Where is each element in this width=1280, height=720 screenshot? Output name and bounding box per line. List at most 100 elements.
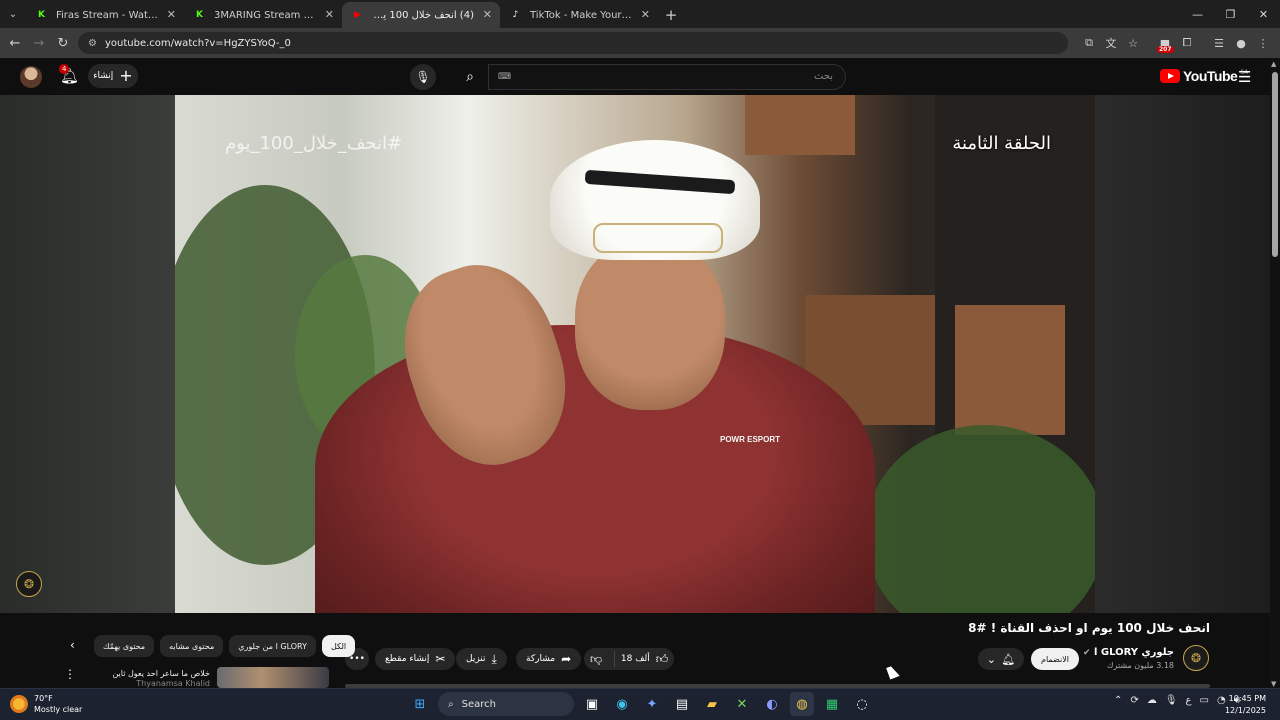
subscription-bell-button[interactable]: ⌄ 🔔︎ <box>978 648 1024 670</box>
more-vert-icon[interactable]: ⋮ <box>64 667 76 681</box>
edge-icon[interactable]: ◉ <box>610 692 634 716</box>
store-icon[interactable]: ▤ <box>670 692 694 716</box>
window-controls: — ❐ ✕ <box>1181 0 1280 28</box>
chip-all[interactable]: الكل <box>321 635 356 657</box>
site-info-icon[interactable]: ⚙ <box>88 38 97 49</box>
tab-1[interactable]: K 3MARING Stream - Watch Live ✕ <box>184 2 342 28</box>
youtube-logo[interactable]: YouTube SA <box>1160 68 1248 84</box>
taskbar-search[interactable]: ⌕ Search <box>438 692 574 716</box>
account-avatar[interactable] <box>20 66 42 88</box>
scrollbar-thumb[interactable] <box>1272 72 1278 257</box>
minimize-button[interactable]: — <box>1181 0 1214 28</box>
chip-from-channel[interactable]: من جلوري l GLORY <box>229 635 316 657</box>
subscriber-count: 3.18 مليون مشترك <box>1106 661 1174 670</box>
channel-name[interactable]: جلوري l GLORY ✔ <box>1083 647 1174 658</box>
join-button[interactable]: الانضمام <box>1031 648 1079 670</box>
chip-for-you[interactable]: محتوى يهمّك <box>94 635 155 657</box>
profile-avatar-icon[interactable]: ● <box>1230 37 1252 50</box>
reload-icon[interactable]: ↻ <box>51 36 75 51</box>
tab-title: TikTok - Make Your Day <box>530 9 632 21</box>
tab-2-active[interactable]: ▶ (4) انحف خلال 100 يوم او احذف ✕ <box>342 2 500 28</box>
like-dislike-group: 👎︎ 18 ألف 👍︎ <box>584 648 674 670</box>
channel-watermark-icon[interactable]: ❂ <box>16 571 42 597</box>
tab-3[interactable]: ♪ TikTok - Make Your Day ✕ <box>500 2 658 28</box>
app-icon[interactable]: ▦ <box>820 692 844 716</box>
download-label: تنزيل <box>466 654 486 664</box>
temperature: 70°F <box>34 694 53 703</box>
chip-related[interactable]: محتوى مشابه <box>160 635 224 657</box>
weather-widget[interactable]: 70°F Mostly clear <box>10 693 82 715</box>
tab-title: 3MARING Stream - Watch Live <box>214 9 316 21</box>
cloud-icon[interactable]: ☁ <box>1147 695 1157 706</box>
close-tab-icon[interactable]: ✕ <box>483 8 492 21</box>
scroll-down-arrow-icon[interactable]: ▼ <box>1271 680 1276 688</box>
recommended-channel: Thyanamsa Khalid <box>136 679 210 688</box>
search-icon[interactable]: ⌕ <box>452 64 488 90</box>
ambient-right <box>1095 95 1270 613</box>
close-tab-icon[interactable]: ✕ <box>325 8 334 21</box>
tab-search-icon[interactable]: ⌄ <box>0 0 26 28</box>
forward-arrow-icon[interactable]: → <box>27 36 51 51</box>
voice-search-mic-icon[interactable]: 🎙︎ <box>410 64 436 90</box>
language-indicator[interactable]: ع <box>1186 695 1192 706</box>
tab-0[interactable]: K Firas Stream - Watch Live on Ki ✕ <box>26 2 184 28</box>
video-frame[interactable]: POWR ESPORT #انحف_خلال_100_يوم الحلقة ال… <box>175 95 1095 613</box>
youtube-header: 🔔︎ 4 إنشاء + 🎙︎ ⌕ بحث ⌨ YouTube SA ☰ <box>0 58 1280 95</box>
search-input[interactable]: بحث <box>488 64 846 90</box>
tray-overflow-icon[interactable]: ⌃ <box>1114 695 1122 706</box>
video-overlay-hashtag: #انحف_خلال_100_يوم <box>225 133 403 154</box>
xbox-icon[interactable]: ✕ <box>730 692 754 716</box>
youtube-play-logo-icon <box>1160 69 1180 83</box>
task-view-icon[interactable]: ▣ <box>580 692 604 716</box>
date: 12/1/2025 <box>1224 706 1266 715</box>
page-scrollbar[interactable]: ▲ ▼ <box>1270 58 1280 688</box>
close-window-button[interactable]: ✕ <box>1247 0 1280 28</box>
discord-icon[interactable]: ◐ <box>760 692 784 716</box>
recommended-thumbnail[interactable] <box>217 667 329 688</box>
extensions-puzzle-icon[interactable]: ⧠ <box>1176 36 1198 50</box>
youtube-favicon-icon: ▶ <box>354 10 361 20</box>
extension-icon[interactable]: ■ 207 <box>1154 37 1176 53</box>
reading-list-icon[interactable]: ☰ <box>1208 37 1230 50</box>
translate-icon[interactable]: 文 <box>1100 35 1122 51</box>
windows-start-icon[interactable]: ⊞ <box>408 692 432 716</box>
clock[interactable]: 10:45 PM 12/1/2025 <box>1225 693 1266 717</box>
display-icon[interactable]: ▭ <box>1200 695 1209 706</box>
extension-badge: 207 <box>1157 45 1174 53</box>
channel-avatar[interactable]: ❂ <box>1183 645 1209 671</box>
bookmark-star-icon[interactable]: ☆ <box>1122 37 1144 50</box>
app-icon-2[interactable]: ◌ <box>850 692 874 716</box>
cast-icon[interactable]: ⧉ <box>1078 36 1100 50</box>
recommended-video[interactable]: ⋮ خلاص ما ساعر احد يعول ثاين Thyanamsa K… <box>60 667 330 688</box>
copilot-icon[interactable]: ✦ <box>640 692 664 716</box>
clip-label: إنشاء مقطع <box>385 654 430 664</box>
video-player[interactable]: POWR ESPORT #انحف_خلال_100_يوم الحلقة ال… <box>0 95 1270 613</box>
share-button[interactable]: مشاركة ➦ <box>516 648 582 670</box>
glasses <box>593 223 723 253</box>
thumbs-up-icon: 👍︎ <box>655 651 669 666</box>
scroll-up-arrow-icon[interactable]: ▲ <box>1271 60 1276 68</box>
guide-menu-icon[interactable]: ☰ <box>1238 68 1251 86</box>
weather-condition: Mostly clear <box>34 705 83 714</box>
new-tab-button[interactable]: + <box>658 2 684 28</box>
maximize-button[interactable]: ❐ <box>1214 0 1247 28</box>
tiktok-favicon-icon: ♪ <box>512 10 519 20</box>
dislike-button[interactable]: 👎︎ <box>584 652 608 667</box>
sync-icon[interactable]: ⟳ <box>1130 695 1138 706</box>
create-button[interactable]: إنشاء + <box>88 64 138 88</box>
download-button[interactable]: تنزيل ⤓ <box>456 648 507 670</box>
recommended-title: خلاص ما ساعر احد يعول ثاين <box>112 669 210 678</box>
close-tab-icon[interactable]: ✕ <box>641 8 650 21</box>
back-arrow-icon[interactable]: ← <box>3 36 27 51</box>
keyboard-icon[interactable]: ⌨ <box>498 72 511 82</box>
browser-menu-icon[interactable]: ⋮ <box>1252 37 1274 50</box>
chips-prev-chevron-icon[interactable]: ‹ <box>70 638 75 652</box>
system-tray: ⌃ ⟳ ☁ 🎙︎ ع ▭ ◔ 🔊︎ <box>1114 695 1240 706</box>
url-field[interactable]: ⚙ youtube.com/watch?v=HgZYSYoQ-_0 <box>78 32 1068 54</box>
close-tab-icon[interactable]: ✕ <box>167 8 176 21</box>
clip-button[interactable]: إنشاء مقطع ✂ <box>375 648 456 670</box>
like-button[interactable]: 18 ألف 👍︎ <box>614 651 674 667</box>
chrome-icon[interactable]: ◍ <box>790 692 814 716</box>
mic-icon[interactable]: 🎙︎ <box>1165 695 1178 706</box>
file-explorer-icon[interactable]: ▰ <box>700 692 724 716</box>
